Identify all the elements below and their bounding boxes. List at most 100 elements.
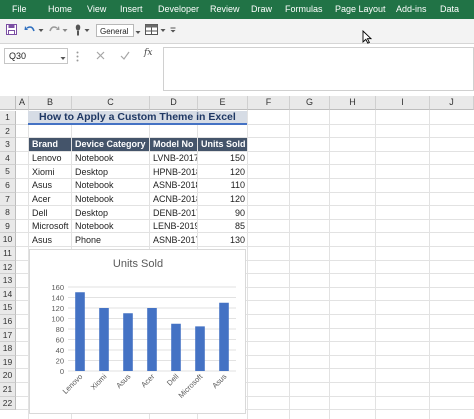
column-header-e[interactable]: E bbox=[198, 96, 248, 110]
units-sold-chart[interactable]: Units Sold 0 20 40 60 80 100 120 140 160 Lenovo Xio… bbox=[29, 249, 246, 414]
cell-device-category[interactable]: Notebook bbox=[72, 179, 149, 192]
cell-brand[interactable]: Microsoft bbox=[29, 220, 71, 233]
column-header-f[interactable]: F bbox=[248, 96, 290, 110]
row-header-3[interactable]: 3 bbox=[0, 138, 16, 152]
tab-add-ins[interactable]: Add-ins bbox=[396, 4, 427, 15]
cancel-icon[interactable] bbox=[96, 51, 105, 62]
tab-data[interactable]: Data bbox=[440, 4, 459, 15]
chevron-down-icon[interactable] bbox=[135, 27, 141, 37]
cell-device-category[interactable]: Notebook bbox=[72, 152, 149, 165]
enter-icon[interactable] bbox=[120, 51, 130, 62]
name-box[interactable]: Q30 bbox=[4, 48, 68, 64]
chart-bar bbox=[75, 292, 85, 371]
row-header-5[interactable]: 5 bbox=[0, 165, 16, 179]
row-header-6[interactable]: 6 bbox=[0, 179, 16, 193]
cell-units-sold[interactable]: 90 bbox=[198, 207, 247, 220]
tab-view[interactable]: View bbox=[87, 4, 106, 15]
column-header-g[interactable]: G bbox=[290, 96, 330, 110]
formula-bar-grip-icon[interactable] bbox=[76, 51, 79, 64]
cell-device-category[interactable]: Phone bbox=[72, 234, 149, 247]
redo-dropdown-icon[interactable] bbox=[62, 24, 68, 37]
cell-device-category[interactable]: Desktop bbox=[72, 166, 149, 179]
tab-draw[interactable]: Draw bbox=[251, 4, 272, 15]
header-brand[interactable]: Brand bbox=[29, 138, 71, 151]
row-header-7[interactable]: 7 bbox=[0, 192, 16, 207]
row-header-19[interactable]: 19 bbox=[0, 355, 16, 370]
chart-svg: Units Sold 020 4060 80100 120140 160 Lenovo Xio… bbox=[51, 258, 236, 400]
cell-units-sold[interactable]: 150 bbox=[198, 152, 247, 165]
cell-brand[interactable]: Dell bbox=[29, 207, 71, 220]
cell-model-no[interactable]: DENB-2017 bbox=[150, 207, 197, 220]
row-header-1[interactable]: 1 bbox=[0, 111, 16, 125]
row-header-10[interactable]: 10 bbox=[0, 233, 16, 247]
save-icon[interactable] bbox=[6, 24, 17, 37]
row-header-15[interactable]: 15 bbox=[0, 301, 16, 315]
tab-developer[interactable]: Developer bbox=[158, 4, 199, 15]
header-device-category[interactable]: Device Category bbox=[72, 138, 149, 151]
select-all-corner[interactable] bbox=[0, 96, 16, 110]
column-header-b[interactable]: B bbox=[29, 96, 72, 110]
row-header-17[interactable]: 17 bbox=[0, 328, 16, 343]
cell-brand[interactable]: Asus bbox=[29, 234, 71, 247]
cell-device-category[interactable]: Desktop bbox=[72, 207, 149, 220]
table-format-dropdown-icon[interactable] bbox=[160, 24, 166, 37]
table-format-icon[interactable] bbox=[145, 24, 158, 37]
undo-dropdown-icon[interactable] bbox=[38, 24, 44, 37]
row-header-14[interactable]: 14 bbox=[0, 287, 16, 302]
row-header-18[interactable]: 18 bbox=[0, 342, 16, 356]
y-tick-label: 80 bbox=[56, 325, 64, 334]
name-box-dropdown-icon[interactable] bbox=[60, 53, 66, 63]
row-header-2[interactable]: 2 bbox=[0, 124, 16, 139]
row-header-22[interactable]: 22 bbox=[0, 396, 16, 411]
cell-units-sold[interactable]: 130 bbox=[198, 234, 247, 247]
column-header-d[interactable]: D bbox=[150, 96, 198, 110]
insert-function-button[interactable]: fx bbox=[144, 48, 152, 58]
cell-model-no[interactable]: LVNB-2017 bbox=[150, 152, 197, 165]
header-units-sold[interactable]: Units Sold bbox=[198, 138, 247, 151]
row-header-20[interactable]: 20 bbox=[0, 369, 16, 383]
cell-units-sold[interactable]: 85 bbox=[198, 220, 247, 233]
cell-brand[interactable]: Lenovo bbox=[29, 152, 71, 165]
row-header-9[interactable]: 9 bbox=[0, 219, 16, 234]
tab-formulas[interactable]: Formulas bbox=[285, 4, 323, 15]
cell-model-no[interactable]: HPNB-2018 bbox=[150, 166, 197, 179]
row-header-21[interactable]: 21 bbox=[0, 383, 16, 397]
cell-model-no[interactable]: LENB-2019 bbox=[150, 220, 197, 233]
undo-icon[interactable] bbox=[24, 24, 36, 37]
cell-brand[interactable]: Xiomi bbox=[29, 166, 71, 179]
column-header-i[interactable]: I bbox=[376, 96, 430, 110]
cell-units-sold[interactable]: 110 bbox=[198, 179, 247, 192]
redo-icon[interactable] bbox=[48, 24, 60, 37]
cell-brand[interactable]: Asus bbox=[29, 179, 71, 192]
column-header-j[interactable]: J bbox=[430, 96, 474, 110]
row-header-13[interactable]: 13 bbox=[0, 274, 16, 288]
format-painter-icon[interactable] bbox=[73, 24, 83, 38]
cell-units-sold[interactable]: 120 bbox=[198, 193, 247, 206]
cell-brand[interactable]: Acer bbox=[29, 193, 71, 206]
column-header-a[interactable]: A bbox=[16, 96, 29, 110]
tab-page-layout[interactable]: Page Layout bbox=[335, 4, 386, 15]
tab-home[interactable]: Home bbox=[48, 4, 72, 15]
cell-model-no[interactable]: ASNB-2017 bbox=[150, 234, 197, 247]
cell-model-no[interactable]: ACNB-2018 bbox=[150, 193, 197, 206]
tab-file[interactable]: File bbox=[12, 4, 27, 15]
cell-units-sold[interactable]: 120 bbox=[198, 166, 247, 179]
painter-dropdown-icon[interactable] bbox=[84, 24, 90, 37]
tab-insert[interactable]: Insert bbox=[120, 4, 143, 15]
row-header-4[interactable]: 4 bbox=[0, 151, 16, 166]
more-icon[interactable] bbox=[169, 24, 177, 37]
cell-model-no[interactable]: ASNB-2018 bbox=[150, 179, 197, 192]
row-header-11[interactable]: 11 bbox=[0, 247, 16, 261]
row-header-8[interactable]: 8 bbox=[0, 206, 16, 220]
column-header-h[interactable]: H bbox=[330, 96, 376, 110]
cell-device-category[interactable]: Notebook bbox=[72, 193, 149, 206]
row-header-12[interactable]: 12 bbox=[0, 260, 16, 275]
column-header-c[interactable]: C bbox=[72, 96, 150, 110]
formula-input[interactable] bbox=[163, 47, 474, 91]
cell-device-category[interactable]: Notebook bbox=[72, 220, 149, 233]
row-header-16[interactable]: 16 bbox=[0, 315, 16, 329]
sheet-title[interactable]: How to Apply a Custom Theme in Excel bbox=[28, 111, 247, 125]
header-model-no[interactable]: Model No bbox=[150, 138, 197, 151]
number-format-select[interactable]: General bbox=[96, 24, 134, 37]
tab-review[interactable]: Review bbox=[210, 4, 240, 15]
